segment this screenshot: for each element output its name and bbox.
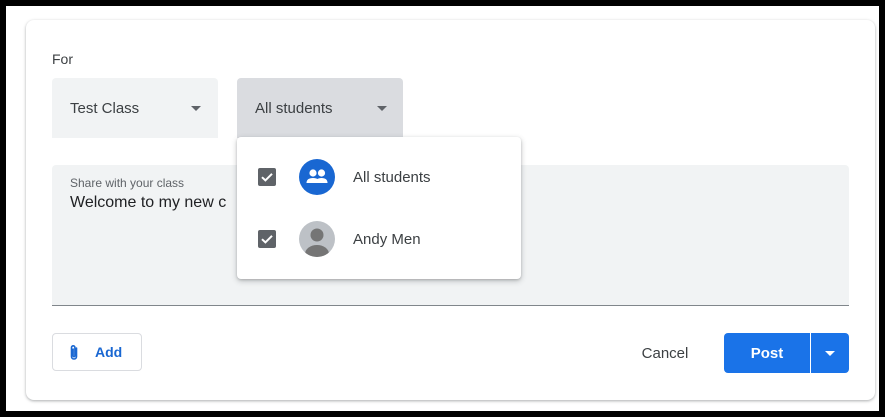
share-placeholder: Share with your class — [70, 176, 185, 190]
post-button[interactable]: Post — [724, 333, 810, 373]
group-icon — [299, 159, 335, 195]
check-icon — [261, 235, 273, 244]
paperclip-icon — [70, 345, 78, 360]
students-select-value: All students — [255, 99, 333, 117]
post-options-button[interactable] — [811, 333, 849, 373]
person-avatar-icon — [299, 221, 335, 257]
chevron-down-icon — [377, 106, 387, 111]
recipient-label: Andy Men — [353, 231, 421, 248]
recipient-item-andy-men[interactable]: Andy Men — [237, 209, 521, 271]
share-text: Welcome to my new c — [70, 194, 227, 211]
chevron-down-icon — [825, 351, 835, 356]
cancel-button[interactable]: Cancel — [620, 334, 710, 372]
add-label: Add — [95, 344, 123, 360]
recipient-item-all-students[interactable]: All students — [237, 147, 521, 209]
recipients-dropdown: All students Andy Men — [237, 137, 521, 279]
for-label: For — [52, 51, 73, 67]
add-attachment-button[interactable]: Add — [52, 333, 142, 371]
check-icon — [261, 173, 273, 182]
class-select[interactable]: Test Class — [52, 78, 218, 138]
chevron-down-icon — [191, 106, 201, 111]
checkbox-checked[interactable] — [258, 230, 276, 248]
checkbox-checked[interactable] — [258, 168, 276, 186]
class-select-value: Test Class — [70, 99, 140, 117]
announcement-card: For Test Class All students Share with y… — [26, 20, 875, 400]
students-select[interactable]: All students — [237, 78, 403, 138]
recipient-label: All students — [353, 169, 431, 186]
window-frame: For Test Class All students Share with y… — [6, 6, 879, 411]
